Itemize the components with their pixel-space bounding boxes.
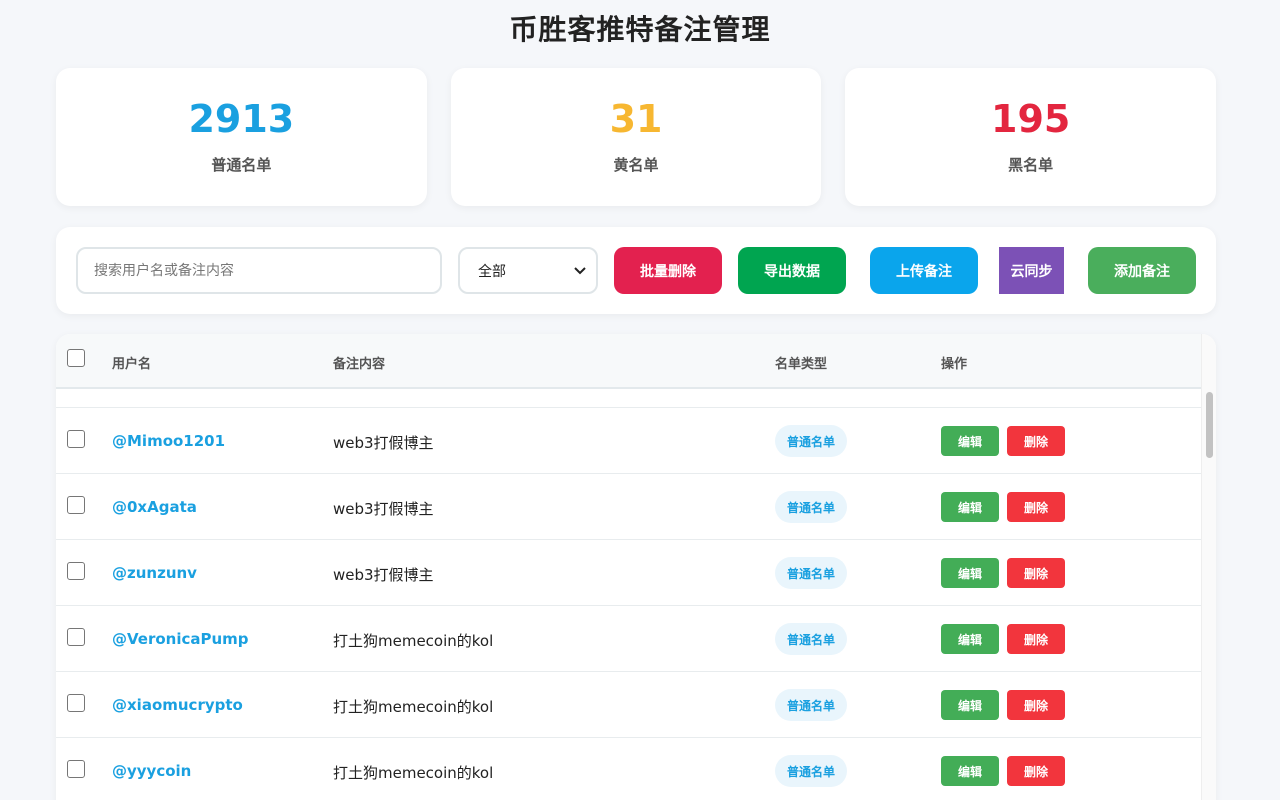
username-link[interactable]: @Mimoo1201	[112, 432, 225, 450]
note-text: 打土狗memecoin的kol	[333, 698, 494, 716]
row-checkbox[interactable]	[67, 496, 85, 514]
delete-button[interactable]: 删除	[1007, 690, 1065, 720]
row-checkbox[interactable]	[67, 694, 85, 712]
username-link[interactable]: @VeronicaPump	[112, 630, 249, 648]
table-row: @yyycoin 打土狗memecoin的kol 普通名单 编辑 删除	[56, 738, 1201, 800]
list-type-badge: 普通名单	[775, 491, 848, 523]
stat-card-yellow: 31 黄名单	[450, 68, 822, 206]
list-type-badge: 普通名单	[775, 557, 848, 589]
chevron-down-icon	[574, 263, 586, 279]
edit-button[interactable]: 编辑	[941, 756, 999, 786]
table-row-partial	[56, 389, 1201, 408]
edit-button[interactable]: 编辑	[941, 558, 999, 588]
cloud-sync-button[interactable]: 云同步	[999, 247, 1064, 294]
select-all-checkbox[interactable]	[67, 349, 85, 367]
note-text: web3打假博主	[333, 500, 434, 518]
stat-value-normal: 2913	[188, 96, 295, 141]
edit-button[interactable]: 编辑	[941, 492, 999, 522]
stats-panel: 2913 普通名单 31 黄名单 195 黑名单	[56, 68, 1217, 206]
export-data-button[interactable]: 导出数据	[738, 247, 846, 294]
stat-card-black: 195 黑名单	[845, 68, 1217, 206]
page-title: 币胜客推特备注管理	[509, 13, 771, 46]
note-text: 打土狗memecoin的kol	[333, 632, 494, 650]
note-text: web3打假博主	[333, 434, 434, 452]
username-link[interactable]: @yyycoin	[112, 762, 191, 780]
list-type-badge: 普通名单	[775, 425, 848, 457]
table-row: @Mimoo1201 web3打假博主 普通名单 编辑 删除	[56, 408, 1201, 474]
toolbar: 全部 批量删除 导出数据 上传备注 云同步 添加备注	[56, 227, 1216, 314]
table-scrollbar[interactable]	[1201, 334, 1216, 800]
stat-value-black: 195	[991, 96, 1071, 141]
username-link[interactable]: @xiaomucrypto	[112, 696, 243, 714]
username-link[interactable]: @zunzunv	[112, 564, 197, 582]
note-text: web3打假博主	[333, 566, 434, 584]
edit-button[interactable]: 编辑	[941, 426, 999, 456]
row-checkbox[interactable]	[67, 760, 85, 778]
search-input[interactable]	[76, 247, 442, 294]
list-type-badge: 普通名单	[775, 755, 848, 787]
table-row: @0xAgata web3打假博主 普通名单 编辑 删除	[56, 474, 1201, 540]
delete-button[interactable]: 删除	[1007, 558, 1065, 588]
edit-button[interactable]: 编辑	[941, 624, 999, 654]
notes-table: 用户名 备注内容 名单类型 操作 @Mimoo1201 web3打假博主 普通名单编…	[56, 334, 1216, 800]
upload-notes-button[interactable]: 上传备注	[870, 247, 978, 294]
stat-value-yellow: 31	[609, 96, 663, 141]
delete-button[interactable]: 删除	[1007, 426, 1065, 456]
table-row: @VeronicaPump 打土狗memecoin的kol 普通名单 编辑 删除	[56, 606, 1201, 672]
filter-selected-value: 全部	[478, 263, 506, 280]
stat-label-normal: 普通名单	[211, 156, 272, 175]
table-header: 用户名 备注内容 名单类型 操作	[56, 334, 1201, 389]
column-header-actions: 操作	[941, 357, 968, 372]
batch-delete-button[interactable]: 批量删除	[614, 247, 722, 294]
row-checkbox[interactable]	[67, 430, 85, 448]
delete-button[interactable]: 删除	[1007, 756, 1065, 786]
edit-button[interactable]: 编辑	[941, 690, 999, 720]
list-type-badge: 普通名单	[775, 623, 848, 655]
table-row: @zunzunv web3打假博主 普通名单 编辑 删除	[56, 540, 1201, 606]
delete-button[interactable]: 删除	[1007, 624, 1065, 654]
stat-card-normal: 2913 普通名单	[56, 68, 427, 206]
row-checkbox[interactable]	[67, 562, 85, 580]
username-link[interactable]: @0xAgata	[112, 498, 197, 516]
delete-button[interactable]: 删除	[1007, 492, 1065, 522]
scrollbar-thumb[interactable]	[1206, 392, 1213, 458]
column-header-username: 用户名	[112, 357, 152, 372]
add-note-button[interactable]: 添加备注	[1088, 247, 1196, 294]
stat-label-yellow: 黄名单	[613, 156, 659, 175]
column-header-note: 备注内容	[333, 357, 386, 372]
stat-label-black: 黑名单	[1008, 156, 1054, 175]
list-type-filter[interactable]: 全部	[458, 247, 598, 294]
row-checkbox[interactable]	[67, 628, 85, 646]
note-text: 打土狗memecoin的kol	[333, 764, 494, 782]
list-type-badge: 普通名单	[775, 689, 848, 721]
column-header-type: 名单类型	[775, 357, 828, 372]
table-row: @xiaomucrypto 打土狗memecoin的kol 普通名单 编辑 删除	[56, 672, 1201, 738]
